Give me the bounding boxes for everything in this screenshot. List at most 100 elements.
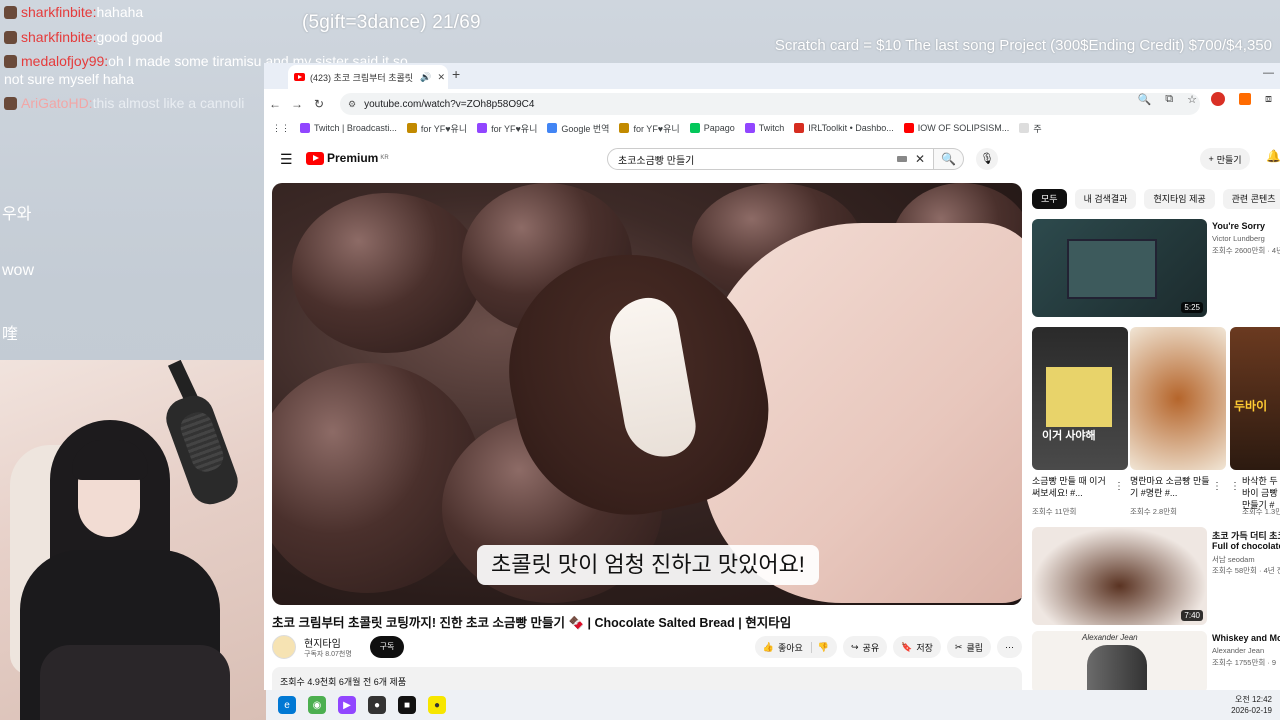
video-title: 초코 크림부터 초콜릿 코팅까지! 진한 초코 소금빵 만들기 🍫 | Choc… [272, 616, 792, 630]
thumbnail-art [1067, 239, 1157, 299]
forward-icon[interactable]: → [286, 97, 308, 111]
chip-channel[interactable]: 현지타임 제공 [1144, 189, 1215, 209]
app-icon[interactable]: ■ [398, 696, 416, 714]
more-icon[interactable]: ⋮ [1212, 481, 1222, 492]
channel-name[interactable]: 현지타임 [304, 635, 341, 650]
edge-icon[interactable]: e [278, 696, 296, 714]
save-button[interactable]: 🔖 저장 [893, 636, 941, 658]
minimize-icon[interactable]: — [1263, 67, 1274, 79]
browser-tab[interactable]: (423) 초코 크림부터 초콜릿 🔊 ✕ [288, 65, 448, 89]
video-thumbnail[interactable]: Alexander Jean [1032, 631, 1207, 690]
rec-channel: Victor Lundberg [1212, 234, 1265, 243]
video-thumbnail[interactable]: 7:40 [1032, 527, 1207, 625]
short-thumbnail[interactable]: 이거 사야해 [1032, 327, 1128, 470]
back-icon[interactable]: ← [264, 97, 286, 111]
tab-bar: (423) 초코 크림부터 초콜릿 🔊 ✕ + — [264, 63, 1280, 89]
create-button[interactable]: + 만들기 [1200, 148, 1250, 170]
site-info-icon[interactable]: ⚙ [348, 99, 356, 110]
extensions-puzzle-icon[interactable]: ⧈ [1265, 93, 1272, 106]
apps-grid-icon[interactable]: ⋮⋮ [272, 123, 290, 134]
bookmark-label: Twitch [758, 123, 785, 133]
papago-icon [689, 123, 700, 133]
chrome-icon[interactable]: ◉ [308, 696, 326, 714]
reload-icon[interactable]: ↻ [308, 97, 330, 111]
share-button[interactable]: ↪ 공유 [843, 636, 888, 658]
extension-icon[interactable] [1239, 93, 1251, 105]
chip-related[interactable]: 관련 콘텐츠 [1222, 189, 1280, 209]
more-icon[interactable]: ⋮ [1230, 481, 1240, 492]
bookmark-item[interactable]: for YF♥유니 [406, 122, 467, 135]
youtube-favicon-icon [294, 73, 305, 81]
bookmark-item[interactable]: for YF♥유니 [619, 122, 680, 135]
rec-title[interactable]: Whiskey and Morp [1212, 633, 1280, 643]
scratch-card-text: Scratch card = $10 The last song Project… [774, 37, 1272, 54]
chat-username: sharkfinbite: [21, 4, 97, 20]
rec-title[interactable]: You're Sorry [1212, 221, 1280, 231]
browser-window: (423) 초코 크림부터 초콜릿 🔊 ✕ + — ← → ↻ ⚙ youtub… [264, 63, 1280, 690]
video-thumbnail[interactable]: 5:25 [1032, 219, 1207, 317]
thumbs-down-icon[interactable]: 👎 [810, 641, 829, 653]
more-actions-button[interactable]: ⋯ [997, 636, 1022, 658]
more-icon[interactable]: ⋮ [1114, 481, 1124, 492]
bookmark-item[interactable]: IOW OF SOLIPSISM... [903, 123, 1009, 133]
zoom-icon[interactable]: 🔍 [1138, 93, 1152, 106]
chip-all[interactable]: 모두 [1032, 189, 1067, 209]
bookmark-star-icon[interactable]: ☆ [1187, 93, 1197, 106]
url-text: youtube.com/watch?v=ZOh8p58O9C4 [364, 98, 535, 110]
system-clock[interactable]: 오전 12:42 2026-02-19 [1231, 694, 1272, 716]
video-duration: 7:40 [1181, 610, 1203, 621]
like-button[interactable]: 👍 좋아요 👎 [754, 636, 837, 658]
kakaotalk-icon[interactable]: ● [428, 696, 446, 714]
address-bar-row: ← → ↻ ⚙ youtube.com/watch?v=ZOh8p58O9C4 … [264, 89, 1280, 119]
keyboard-icon[interactable] [897, 156, 907, 162]
rec-meta: 조회수 2600만회 · 4년 [1212, 246, 1280, 255]
channel-row: 현지타임 구독자 8.07천명 구독 👍 좋아요 👎 ↪ 공유 🔖 저장 ✂ 클립 ⋯ [272, 633, 1022, 663]
channel-avatar[interactable] [272, 635, 296, 659]
extension-icon[interactable] [1211, 92, 1225, 106]
bookmark-label: Twitch | Broadcasti... [314, 123, 397, 133]
bookmark-item[interactable]: for YF♥유니 [477, 122, 537, 135]
bookmark-label: Google 번역 [561, 123, 610, 134]
cast-icon[interactable]: ⧉ [1165, 93, 1173, 106]
twitch-icon [300, 123, 310, 133]
bookmark-item[interactable]: Twitch | Broadcasti... [300, 123, 397, 133]
clock-date: 2026-02-19 [1231, 706, 1272, 715]
close-tab-icon[interactable]: ✕ [437, 72, 445, 83]
twitch-icon[interactable]: ▶ [338, 696, 356, 714]
youtube-logo[interactable]: Premium KR [306, 151, 389, 165]
notifications-bell-icon[interactable]: 🔔 [1266, 149, 1280, 163]
short-overlay-text: 두바이 [1234, 399, 1268, 413]
bookmark-item[interactable]: Twitch [744, 123, 785, 133]
search-button[interactable]: 🔍 [934, 148, 964, 170]
chip-my-results[interactable]: 내 검색결과 [1074, 189, 1137, 209]
chat-line: sharkfinbite:good good [4, 28, 163, 46]
bookmark-label: for YF♥유니 [633, 123, 680, 134]
obs-icon[interactable]: ● [368, 696, 386, 714]
new-tab-button[interactable]: + [452, 66, 460, 82]
video-player[interactable]: 초콜릿 맛이 엄청 진하고 맛있어요! [272, 183, 1022, 605]
short-thumbnail[interactable]: 두바이 [1230, 327, 1280, 470]
window-controls[interactable]: — [1263, 67, 1274, 79]
subscribe-button[interactable]: 구독 [370, 636, 404, 658]
search-input[interactable]: 초코소금빵 만들기 ✕ [607, 148, 934, 170]
short-title[interactable]: 명란마요 소금빵 만들기 #명란 #... [1130, 475, 1210, 499]
avatar-icon [4, 31, 17, 44]
rec-channel: Alexander Jean [1212, 646, 1265, 655]
voice-search-button[interactable]: 🎙 [976, 148, 998, 170]
chat-line: AriGatoHD:this almost like a cannoli [4, 94, 244, 112]
short-thumbnail[interactable] [1130, 327, 1226, 470]
bookmark-icon [477, 123, 488, 133]
clip-button[interactable]: ✂ 클립 [946, 636, 991, 658]
url-input[interactable]: ⚙ youtube.com/watch?v=ZOh8p58O9C4 [340, 93, 1200, 115]
menu-icon[interactable]: ☰ [280, 151, 293, 168]
short-title[interactable]: 소금빵 만들 때 이거 써보세요! #... [1032, 475, 1112, 499]
bookmark-item[interactable]: Google 번역 [547, 122, 609, 135]
bookmark-item[interactable]: Papago [689, 123, 735, 133]
bookmark-item[interactable]: IRLToolkit • Dashbo... [794, 123, 894, 133]
clear-search-icon[interactable]: ✕ [915, 152, 925, 166]
speaker-icon[interactable]: 🔊 [420, 72, 431, 83]
bookmark-label: Papago [703, 123, 735, 133]
search-query: 초코소금빵 만들기 [618, 155, 695, 167]
bookmark-item[interactable]: 주 [1019, 122, 1042, 135]
description-box[interactable]: 조회수 4.9천회 6개월 전 6개 제품 [272, 667, 1022, 690]
